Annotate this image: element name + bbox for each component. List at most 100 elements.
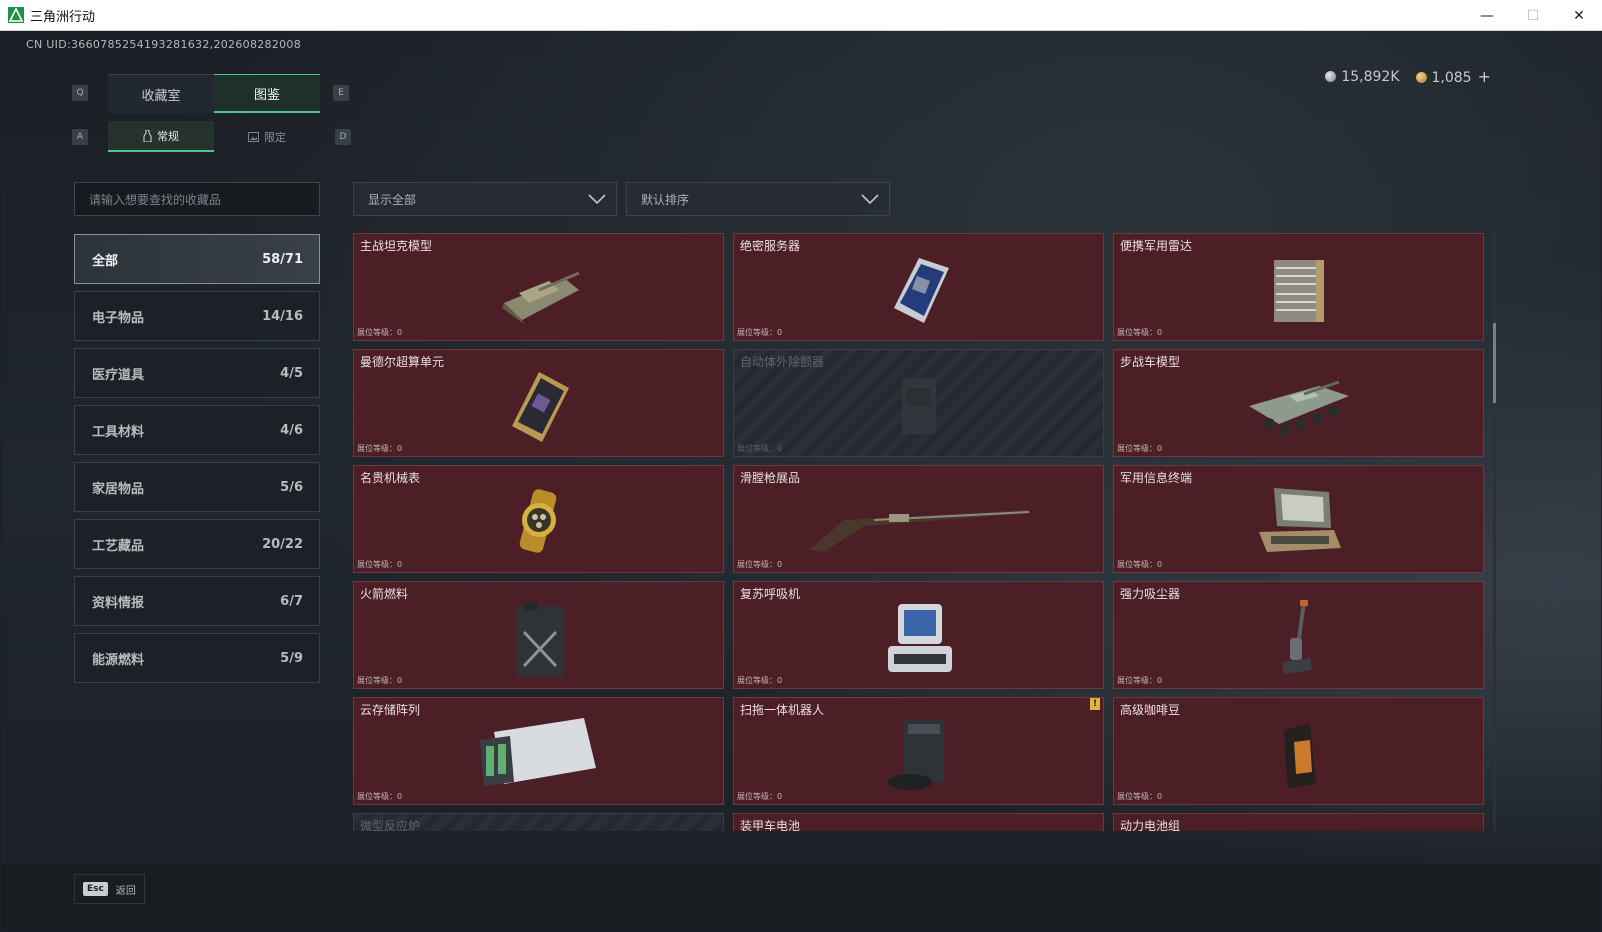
item-card[interactable]: 复苏呼吸机 展位等级：0 xyxy=(733,581,1104,689)
image-icon xyxy=(248,131,259,142)
level-label: 展位等级： xyxy=(1117,676,1157,685)
item-name: 扫拖一体机器人 xyxy=(740,703,825,717)
category-count: 5/6 xyxy=(280,479,303,495)
gold-currency: 1,085 + xyxy=(1415,67,1491,86)
tab-collection-room[interactable]: 收藏室 xyxy=(108,74,214,113)
chevron-down-icon xyxy=(588,194,606,205)
level-value: 0 xyxy=(1157,792,1163,801)
close-button[interactable]: ✕ xyxy=(1556,0,1602,31)
item-card[interactable]: 滑膛枪展品 展位等级：0 xyxy=(733,465,1104,573)
category-label: 全部 xyxy=(92,253,119,269)
item-card[interactable]: 曼德尔超算单元 展位等级：0 xyxy=(353,349,724,457)
level-label: 展位等级： xyxy=(357,444,397,453)
category-count: 4/6 xyxy=(280,422,303,438)
back-label: 返回 xyxy=(115,885,136,897)
category-label: 家居物品 xyxy=(92,481,145,497)
category-intel[interactable]: 资料情报 6/7 xyxy=(74,576,320,626)
display-filter-dropdown[interactable]: 显示全部 xyxy=(353,182,617,216)
item-card[interactable]: 强力吸尘器 展位等级：0 xyxy=(1113,581,1484,689)
level-label: 展位等级： xyxy=(737,676,777,685)
item-level: 展位等级：0 xyxy=(737,675,782,686)
category-label: 电子物品 xyxy=(92,310,145,326)
category-count: 6/7 xyxy=(280,593,303,609)
item-name: 微型反应炉 xyxy=(360,819,421,831)
category-all[interactable]: 全部 58/71 xyxy=(74,234,320,284)
item-card-locked[interactable]: 微型反应炉 展位等级：0 xyxy=(353,813,724,831)
category-list: 全部 58/71 电子物品 14/16 医疗道具 4/5 工具材料 4/6 家居物品 5/… xyxy=(74,234,320,690)
currency-bar: 15,892K 1,085 + xyxy=(1325,67,1491,86)
item-card[interactable]: 军用信息终端 展位等级：0 xyxy=(1113,465,1484,573)
item-card[interactable]: 主战坦克模型 展位等级：0 xyxy=(353,233,724,341)
bottle-icon xyxy=(143,129,152,142)
level-value: 0 xyxy=(777,444,783,453)
jerrycan-icon xyxy=(515,602,564,676)
item-card[interactable]: 动力电池组 展位等级：0 xyxy=(1113,813,1484,831)
item-level: 展位等级：0 xyxy=(1117,791,1162,802)
category-crafts[interactable]: 工艺藏品 20/22 xyxy=(74,519,320,569)
level-value: 0 xyxy=(777,676,783,685)
level-value: 0 xyxy=(397,444,403,453)
item-level: 展位等级：0 xyxy=(357,675,402,686)
minimize-button[interactable]: — xyxy=(1464,0,1510,31)
gold-amount: 1,085 xyxy=(1431,70,1472,86)
storage-array-icon xyxy=(479,718,596,786)
item-level: 展位等级：0 xyxy=(1117,443,1162,454)
next-subtab-key-hint: D xyxy=(335,129,351,145)
scrollbar-thumb[interactable] xyxy=(1493,323,1496,403)
item-name: 步战车模型 xyxy=(1120,355,1181,369)
category-electronics[interactable]: 电子物品 14/16 xyxy=(74,291,320,341)
item-name: 高级咖啡豆 xyxy=(1120,703,1181,717)
level-value: 0 xyxy=(777,328,783,337)
defibrillator-icon xyxy=(901,378,936,434)
category-energy[interactable]: 能源燃料 5/9 xyxy=(74,633,320,683)
item-card[interactable]: 绝密服务器 展位等级：0 xyxy=(733,233,1104,341)
level-label: 展位等级： xyxy=(737,328,777,337)
item-card[interactable]: 云存储阵列 展位等级：0 xyxy=(353,697,724,805)
subtab-limited-label: 限定 xyxy=(264,130,286,144)
subtab-regular-label: 常规 xyxy=(157,129,179,143)
game-screen: CN UID:3660785254193281632,2026082820​08… xyxy=(1,31,1601,931)
level-value: 0 xyxy=(1157,560,1163,569)
back-button[interactable]: Esc 返回 xyxy=(74,874,145,904)
item-card[interactable]: 扫拖一体机器人 ! 展位等级：0 xyxy=(733,697,1104,805)
category-tools[interactable]: 工具材料 4/6 xyxy=(74,405,320,455)
item-level: 展位等级：0 xyxy=(737,791,782,802)
vacuum-icon xyxy=(1281,600,1312,674)
item-card[interactable]: 便携军用雷达 展位等级：0 xyxy=(1113,233,1484,341)
item-level: 展位等级：0 xyxy=(357,327,402,338)
gpu-icon xyxy=(511,372,569,442)
subtab-limited[interactable]: 限定 xyxy=(214,121,320,152)
search-input[interactable]: 请输入想要查找的收藏品 xyxy=(74,182,320,216)
item-card-locked[interactable]: 自动体外除颤器 展位等级：0 xyxy=(733,349,1104,457)
uid-text: CN UID:3660785254193281632,2026082820​08 xyxy=(26,38,302,51)
item-name: 名贵机械表 xyxy=(360,471,421,485)
tab-catalog[interactable]: 图鉴 xyxy=(214,74,320,113)
item-name: 军用信息终端 xyxy=(1120,471,1193,485)
silver-coin-icon xyxy=(1325,70,1337,82)
gold-coin-icon xyxy=(1415,72,1427,83)
add-currency-button[interactable]: + xyxy=(1478,67,1491,86)
category-count: 20/22 xyxy=(262,536,303,552)
sort-value: 默认排序 xyxy=(641,192,690,207)
grid-scrollbar[interactable] xyxy=(1493,233,1496,831)
subtab-regular[interactable]: 常规 xyxy=(108,121,214,152)
level-value: 0 xyxy=(777,792,783,801)
app-logo-icon xyxy=(8,7,24,23)
terminal-icon xyxy=(1258,488,1341,552)
item-card[interactable]: 火箭燃料 展位等级：0 xyxy=(353,581,724,689)
level-label: 展位等级： xyxy=(357,792,397,801)
item-name: 复苏呼吸机 xyxy=(740,587,801,601)
category-label: 能源燃料 xyxy=(92,652,145,668)
item-card[interactable]: 步战车模型 展位等级：0 xyxy=(1113,349,1484,457)
sort-dropdown[interactable]: 默认排序 xyxy=(626,182,890,216)
item-card[interactable]: 装甲车电池 展位等级：0 xyxy=(733,813,1104,831)
item-card[interactable]: 高级咖啡豆 展位等级：0 xyxy=(1113,697,1484,805)
bottom-bar xyxy=(1,864,1601,931)
item-level: 展位等级：0 xyxy=(1117,559,1162,570)
maximize-button[interactable]: ☐ xyxy=(1510,0,1556,31)
category-household[interactable]: 家居物品 5/6 xyxy=(74,462,320,512)
item-name: 动力电池组 xyxy=(1120,819,1181,831)
level-label: 展位等级： xyxy=(1117,792,1157,801)
category-medical[interactable]: 医疗道具 4/5 xyxy=(74,348,320,398)
item-card[interactable]: 名贵机械表 展位等级：0 xyxy=(353,465,724,573)
